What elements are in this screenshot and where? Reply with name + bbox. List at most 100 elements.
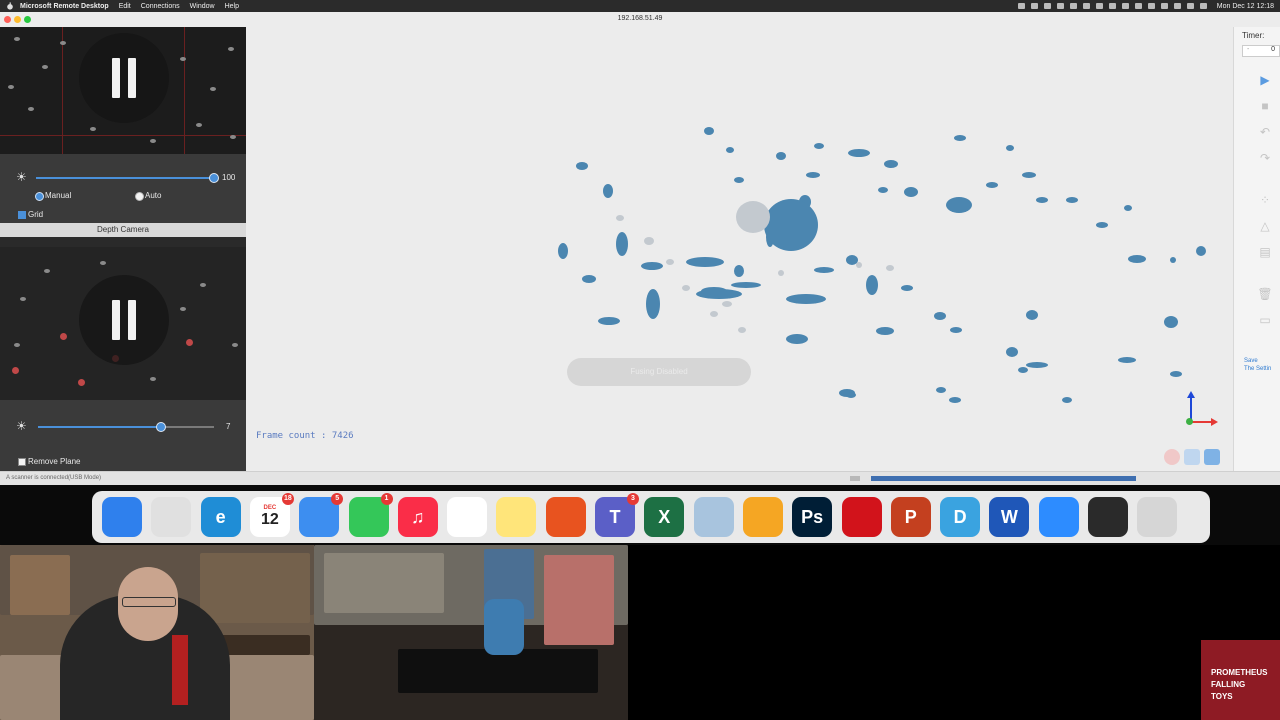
point-cloud-blob (786, 334, 808, 344)
point-cloud-blob (814, 267, 834, 273)
status-icon[interactable] (1030, 3, 1038, 9)
status-icon[interactable] (1134, 3, 1142, 9)
remote-desktop-icon[interactable] (545, 497, 586, 537)
point-cloud-blob (901, 285, 913, 291)
status-icon[interactable] (1017, 3, 1025, 9)
menu-window[interactable]: Window (190, 3, 215, 10)
menu-help[interactable]: Help (225, 3, 239, 10)
mode-auto-label[interactable]: Auto (145, 191, 161, 200)
save-settings-link[interactable]: Save The Settin (1244, 357, 1271, 373)
scan-3d-viewport[interactable]: Frame count : 7426 Fusing Disabled (246, 27, 1233, 471)
preview-icon[interactable] (693, 497, 734, 537)
dock: e DEC 12 18 5 1 ♫ T 3 X Ps P D W (92, 491, 1210, 543)
word-icon[interactable]: W (989, 497, 1030, 537)
point-cloud-blob (778, 270, 784, 276)
depth-range-value: 7 (226, 422, 231, 431)
point-cloud-blob (886, 265, 894, 271)
scrollbar[interactable] (850, 476, 860, 481)
play-icon[interactable]: ▶ (1254, 71, 1276, 89)
brightness-icon: ☀ (16, 170, 27, 184)
wifi-icon[interactable] (1173, 3, 1181, 9)
status-icon[interactable] (1043, 3, 1051, 9)
menubar-clock[interactable]: Mon Dec 12 12:18 (1217, 3, 1274, 10)
mesh-icon[interactable]: △ (1254, 217, 1276, 235)
stop-icon[interactable]: ■ (1254, 97, 1276, 115)
messages-icon[interactable]: 1 (348, 493, 393, 537)
point-cloud-blob (846, 392, 856, 398)
delete-icon[interactable]: 🗑 (1254, 285, 1276, 303)
mode-manual-radio[interactable] (35, 192, 44, 201)
grid-label[interactable]: Grid (28, 210, 43, 219)
menu-connections[interactable]: Connections (141, 3, 180, 10)
status-icon[interactable] (1082, 3, 1090, 9)
status-icon[interactable] (1147, 3, 1155, 9)
calendar-badge: 18 (281, 493, 294, 505)
menu-edit[interactable]: Edit (119, 3, 131, 10)
calendar-icon[interactable]: DEC 12 18 (249, 493, 294, 537)
music-icon[interactable]: ♫ (397, 497, 438, 537)
timer-value[interactable]: 0 (1271, 46, 1275, 53)
battery-icon[interactable] (1186, 3, 1194, 9)
control-center-icon[interactable] (1199, 3, 1207, 9)
pinwheel-icon[interactable] (742, 497, 783, 537)
remove-plane-label[interactable]: Remove Plane (28, 457, 80, 466)
grid-checkbox[interactable] (18, 211, 26, 219)
mail-icon[interactable]: 5 (299, 493, 344, 537)
zoom-icon[interactable] (1038, 497, 1079, 537)
webcam-presenter (0, 545, 314, 720)
progress-bar (871, 476, 1136, 481)
app-d-icon[interactable]: D (940, 497, 981, 537)
point-cloud-blob (731, 282, 761, 288)
texture-icon[interactable]: ▤ (1254, 243, 1276, 261)
teams-icon[interactable]: T3 (595, 493, 639, 537)
status-icon[interactable] (1095, 3, 1103, 9)
point-cloud-blob (946, 197, 972, 213)
point-cloud-icon[interactable]: ⁘ (1254, 191, 1276, 209)
launchpad-icon[interactable] (151, 497, 192, 537)
status-icon[interactable] (1069, 3, 1077, 9)
brightness-slider-knob[interactable] (209, 173, 219, 183)
save-file-icon[interactable]: ▭ (1254, 311, 1276, 329)
mode-auto-radio[interactable] (135, 192, 144, 201)
undo-icon[interactable]: ↶ (1254, 123, 1276, 141)
status-icon[interactable] (1121, 3, 1129, 9)
record-icon[interactable] (1164, 449, 1180, 465)
point-cloud-blob (936, 387, 946, 393)
status-icon[interactable] (1160, 3, 1168, 9)
depth-pause-button[interactable] (79, 275, 169, 365)
point-cloud-blob (884, 160, 898, 168)
point-cloud-blob (806, 172, 820, 178)
export-icon[interactable] (1204, 449, 1220, 465)
depth-range-slider-knob[interactable] (156, 422, 167, 432)
acrobat-icon[interactable] (841, 497, 882, 537)
photos-icon[interactable] (447, 497, 488, 537)
point-cloud-blob (1026, 362, 1048, 368)
point-cloud-blob (848, 149, 870, 157)
timer-input[interactable]: - 0 (1242, 45, 1280, 57)
apple-icon[interactable] (6, 2, 14, 10)
status-icon[interactable] (1108, 3, 1116, 9)
point-cloud-blob (576, 162, 588, 170)
color-pause-button[interactable] (79, 33, 169, 123)
notes-icon[interactable] (496, 497, 537, 537)
mode-manual-label[interactable]: Manual (45, 191, 71, 200)
powerpoint-icon[interactable]: P (890, 497, 931, 537)
remove-plane-checkbox[interactable] (18, 458, 26, 466)
finder-icon[interactable] (102, 497, 142, 537)
point-cloud-blob (558, 243, 568, 259)
edge-icon[interactable]: e (200, 497, 241, 537)
point-cloud-blob (641, 262, 663, 270)
menu-app-name[interactable]: Microsoft Remote Desktop (20, 3, 109, 10)
status-icon[interactable] (1056, 3, 1064, 9)
frame-count: Frame count : 7426 (256, 431, 354, 441)
timer-decrement[interactable]: - (1247, 46, 1249, 53)
view-icon[interactable] (1184, 449, 1200, 465)
obs-icon[interactable] (1088, 497, 1128, 537)
photoshop-icon[interactable]: Ps (792, 497, 833, 537)
point-cloud-blob (704, 127, 714, 135)
trash-icon[interactable] (1137, 497, 1178, 537)
point-cloud-blob (1170, 371, 1182, 377)
excel-icon[interactable]: X (644, 497, 685, 537)
point-cloud-blob (1036, 197, 1048, 203)
redo-icon[interactable]: ↷ (1254, 149, 1276, 167)
